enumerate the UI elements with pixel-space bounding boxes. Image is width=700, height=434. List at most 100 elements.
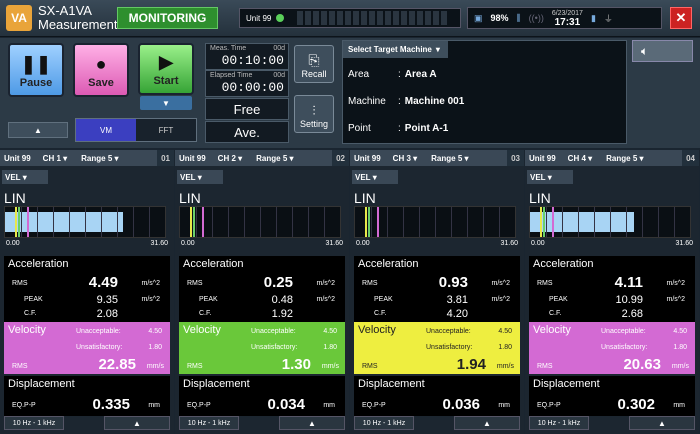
point-label: Point	[348, 123, 371, 134]
limit-marker	[202, 207, 204, 237]
mode-dropdown[interactable]: VEL ▾	[352, 170, 398, 184]
peak-label: PEAK	[199, 296, 218, 303]
setting-button[interactable]: ⫶ Setting	[294, 95, 334, 133]
point-row[interactable]: Point : Point A-1	[348, 123, 448, 134]
vm-mode-button[interactable]: VM	[76, 119, 136, 141]
displacement-block: Displacement EQ.P-P 0.335 mm	[4, 376, 170, 416]
save-label: Save	[88, 77, 114, 89]
time-text: 17:31	[554, 17, 581, 28]
level-meter	[179, 206, 341, 238]
range-select[interactable]: Range 5 ▾	[256, 154, 293, 163]
expand-up-button[interactable]: ▲	[629, 416, 695, 430]
meter-tick	[101, 207, 102, 237]
area-row[interactable]: Area : Area A	[348, 69, 437, 80]
cf-value: 2.08	[96, 308, 118, 320]
range-select[interactable]: Range 5 ▾	[81, 154, 118, 163]
range-select[interactable]: Range 5 ▾	[431, 154, 468, 163]
meter-tick	[133, 207, 134, 237]
meter-tick	[196, 207, 197, 237]
channel-panel: Unit 99 CH 1 ▾ Range 5 ▾ 01 VEL ▾ LIN 0.…	[0, 150, 174, 434]
record-dot-icon: ●	[95, 54, 107, 74]
displacement-title: Displacement	[8, 378, 75, 390]
velocity-block: Velocity Unacceptable: 4.50 Unsatisfacto…	[354, 322, 520, 374]
unacceptable-value: 4.50	[498, 328, 512, 335]
acceleration-block: Acceleration RMS 4.49 m/s^2 PEAK 9.35 m/…	[4, 256, 170, 322]
machine-sep: :	[398, 96, 401, 107]
filter-button[interactable]: 10 Hz - 1 kHz	[4, 416, 64, 430]
machine-value: Machine 001	[404, 96, 465, 107]
equalizer-icon: ⫼	[516, 12, 521, 23]
machine-label: Machine	[348, 96, 386, 107]
expand-up-button[interactable]: ▲	[279, 416, 345, 430]
mode-dropdown[interactable]: VEL ▾	[527, 170, 573, 184]
cf-value: 4.20	[446, 308, 468, 320]
acc-rms-value: 0.25	[263, 274, 293, 291]
start-options-button[interactable]: ▼	[140, 96, 192, 110]
recall-button[interactable]: ⎘ Recall	[294, 45, 334, 83]
acceleration-block: Acceleration RMS 4.11 m/s^2 PEAK 10.99 m…	[529, 256, 695, 322]
range-select[interactable]: Range 5 ▾	[606, 154, 643, 163]
meas-time-box[interactable]: Meas. Time 00d 00:10:00	[205, 43, 289, 70]
meter-tick	[387, 207, 388, 237]
pause-button[interactable]: ❚❚ Pause	[8, 43, 64, 97]
channel-select[interactable]: CH 1 ▾	[43, 154, 67, 163]
free-mode-button[interactable]: Free	[205, 98, 289, 120]
eq-pp-value: 0.036	[442, 396, 480, 413]
displacement-block: Displacement EQ.P-P 0.302 mm	[529, 376, 695, 416]
filter-button[interactable]: 10 Hz - 1 kHz	[529, 416, 589, 430]
channel-number: 04	[682, 150, 699, 166]
meter-tick	[499, 207, 500, 237]
pause-icon: ❚❚	[20, 54, 52, 74]
save-button[interactable]: ● Save	[73, 43, 129, 97]
meter-tick	[562, 207, 563, 237]
volume-button[interactable]: 🔈︎	[632, 40, 693, 62]
meter-tick	[21, 207, 22, 237]
vel-rms-label: RMS	[362, 363, 378, 370]
mode-dropdown[interactable]: VEL ▾	[2, 170, 48, 184]
channel-select[interactable]: CH 4 ▾	[568, 154, 592, 163]
meter-tick	[578, 207, 579, 237]
meter-tick	[308, 207, 309, 237]
elapsed-time-label: Elapsed Time	[210, 72, 253, 79]
lin-label: LIN	[529, 190, 551, 206]
monitoring-button[interactable]: MONITORING	[117, 7, 218, 29]
meter-tick	[451, 207, 452, 237]
mode-dropdown[interactable]: VEL ▾	[177, 170, 223, 184]
start-label: Start	[153, 75, 179, 87]
fft-mode-button[interactable]: FFT	[136, 119, 196, 141]
acceleration-title: Acceleration	[358, 258, 419, 270]
meter-tick	[610, 207, 611, 237]
expand-up-button[interactable]: ▲	[454, 416, 520, 430]
filter-button[interactable]: 10 Hz - 1 kHz	[354, 416, 414, 430]
select-target-dropdown[interactable]: Select Target Machine ▾	[343, 41, 448, 58]
machine-row[interactable]: Machine : Machine 001	[348, 96, 464, 107]
datetime: 6/23/2017 17:31	[552, 9, 583, 28]
meter-tick	[642, 207, 643, 237]
start-button[interactable]: ▶ Start	[138, 43, 194, 95]
channel-select[interactable]: CH 3 ▾	[393, 154, 417, 163]
channel-unit: Unit 99	[4, 153, 31, 163]
acc-rms-value: 0.93	[438, 274, 468, 291]
unit-label: Unit 99	[246, 13, 272, 23]
channel-select[interactable]: CH 2 ▾	[218, 154, 242, 163]
velocity-title: Velocity	[358, 324, 396, 336]
meter-tick	[212, 207, 213, 237]
unsatisfactory-label: Unsatisfactory:	[251, 344, 298, 351]
eq-pp-value: 0.302	[617, 396, 655, 413]
close-button[interactable]: ✕	[670, 7, 692, 29]
meter-tick	[546, 207, 547, 237]
meter-tick	[483, 207, 484, 237]
acc-rms-value: 4.11	[614, 274, 643, 291]
average-mode-button[interactable]: Ave.	[205, 121, 289, 143]
cf-value: 2.68	[621, 308, 643, 320]
velocity-block: Velocity Unacceptable: 4.50 Unsatisfacto…	[179, 322, 345, 374]
collapse-up-button[interactable]: ▲	[8, 122, 68, 138]
filter-button[interactable]: 10 Hz - 1 kHz	[179, 416, 239, 430]
unit-status-bar: Unit 99	[239, 8, 461, 28]
expand-up-button[interactable]: ▲	[104, 416, 170, 430]
meter-tick	[228, 207, 229, 237]
limit-marker	[190, 207, 192, 237]
eq-pp-label: EQ.P-P	[537, 402, 561, 409]
displacement-block: Displacement EQ.P-P 0.034 mm	[179, 376, 345, 416]
scale-max: 31.60	[325, 240, 343, 247]
